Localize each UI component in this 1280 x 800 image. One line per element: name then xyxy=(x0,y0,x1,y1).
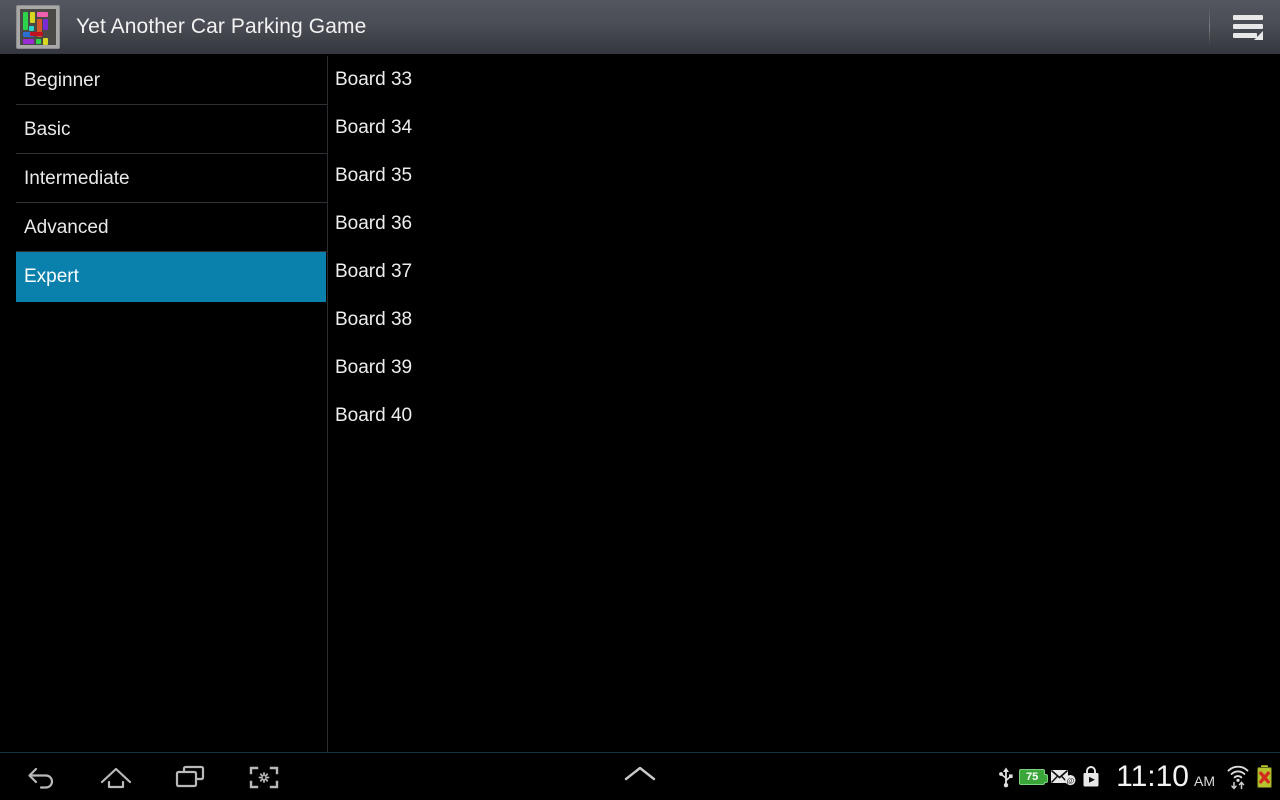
board-list: Board 33 Board 34 Board 35 Board 36 Boar… xyxy=(328,56,1280,752)
board-list-item[interactable]: Board 33 xyxy=(328,56,1280,104)
title-bar: Yet Another Car Parking Game xyxy=(0,0,1280,56)
nav-button-group xyxy=(18,755,288,799)
back-button[interactable] xyxy=(18,755,66,799)
board-item-label: Board 36 xyxy=(335,213,413,234)
sidebar-item-beginner[interactable]: Beginner xyxy=(0,56,327,105)
car-parking-puzzle-icon xyxy=(16,5,60,49)
sidebar-item-expert[interactable]: Expert xyxy=(16,252,326,302)
recent-apps-icon xyxy=(173,763,207,791)
sidebar-item-intermediate[interactable]: Intermediate xyxy=(0,154,327,203)
title-bar-separator xyxy=(1209,9,1210,45)
board-list-item[interactable]: Board 36 xyxy=(328,200,1280,248)
board-list-item[interactable]: Board 35 xyxy=(328,152,1280,200)
status-icon-tray[interactable]: 75 @ 11:10 AM xyxy=(998,760,1274,794)
battery-percent-icon: 75 xyxy=(1019,768,1049,785)
status-bar-clock: 11:10 AM xyxy=(1116,760,1215,794)
home-button[interactable] xyxy=(92,755,140,799)
board-item-label: Board 33 xyxy=(335,69,413,90)
sidebar-item-label: Intermediate xyxy=(24,167,130,189)
sidebar-item-label: Advanced xyxy=(24,216,109,238)
sidebar-item-label: Beginner xyxy=(24,69,101,91)
home-icon xyxy=(98,763,134,791)
system-navigation-bar: 75 @ 11:10 AM xyxy=(0,752,1280,800)
clock-ampm: AM xyxy=(1194,772,1215,789)
svg-text:@: @ xyxy=(1067,776,1075,785)
board-item-label: Board 37 xyxy=(335,261,413,282)
menu-button[interactable] xyxy=(1224,0,1272,55)
board-list-item[interactable]: Board 37 xyxy=(328,248,1280,296)
app-root: Yet Another Car Parking Game Beginner Ba… xyxy=(0,0,1280,800)
usb-icon xyxy=(998,766,1014,788)
back-icon xyxy=(25,763,59,791)
app-icon-board xyxy=(20,9,56,45)
board-list-item[interactable]: Board 38 xyxy=(328,296,1280,344)
board-item-label: Board 34 xyxy=(335,117,413,138)
app-title: Yet Another Car Parking Game xyxy=(76,15,367,38)
difficulty-sidebar: Beginner Basic Intermediate Advanced Exp… xyxy=(0,56,328,752)
board-item-label: Board 39 xyxy=(335,357,413,378)
sidebar-item-basic[interactable]: Basic xyxy=(0,105,327,154)
sidebar-item-label: Expert xyxy=(24,266,79,287)
play-store-icon xyxy=(1081,765,1101,788)
board-item-label: Board 38 xyxy=(335,309,413,330)
sidebar-item-label: Basic xyxy=(24,118,71,140)
board-list-item[interactable]: Board 40 xyxy=(328,392,1280,440)
content-area: Beginner Basic Intermediate Advanced Exp… xyxy=(0,56,1280,752)
screenshot-icon xyxy=(247,763,281,791)
battery-percent-label: 75 xyxy=(1026,770,1039,783)
hamburger-overflow-menu-icon xyxy=(1233,14,1263,40)
board-list-item[interactable]: Board 34 xyxy=(328,104,1280,152)
battery-error-icon xyxy=(1255,764,1274,789)
recent-apps-button[interactable] xyxy=(166,755,214,799)
board-item-label: Board 40 xyxy=(335,405,413,426)
board-list-item[interactable]: Board 39 xyxy=(328,344,1280,392)
screenshot-button[interactable] xyxy=(240,755,288,799)
email-icon: @ xyxy=(1050,767,1076,787)
clock-time: 11:10 xyxy=(1116,759,1189,793)
board-item-label: Board 35 xyxy=(335,165,413,186)
wifi-icon xyxy=(1226,764,1250,790)
sidebar-item-advanced[interactable]: Advanced xyxy=(0,203,327,252)
chevron-up-icon[interactable] xyxy=(620,763,660,790)
